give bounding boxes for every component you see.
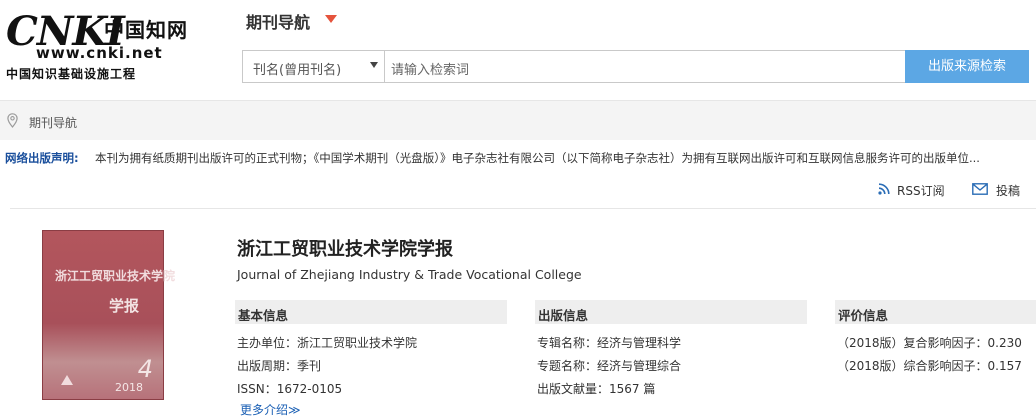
caret-down-icon[interactable] <box>325 15 337 23</box>
chevron-down-icon <box>370 62 378 68</box>
count-line: 出版文献量：1567 篇 <box>537 382 656 396</box>
search-input[interactable]: 请输入检索词 <box>385 50 907 83</box>
journal-title-en: Journal of Zhejiang Industry & Trade Voc… <box>237 267 582 282</box>
topic-line: 专题名称：经济与管理综合 <box>537 359 682 373</box>
site-header: CNKI 中国知网 www.cnki.net 中国知识基础设施工程 期刊导航 刊… <box>0 0 1036 100</box>
cover-year: 2018 <box>115 381 143 394</box>
search-scope-select[interactable]: 刊名(曾用刊名) <box>242 50 385 83</box>
logo-url: www.cnki.net <box>36 44 163 62</box>
evaluation-info-heading: 评价信息 <box>835 300 1036 324</box>
cover-subtitle: 学报 <box>109 297 140 315</box>
publication-info-heading: 出版信息 <box>535 300 807 324</box>
basic-info-heading: 基本信息 <box>235 300 507 324</box>
rss-label: RSS订阅 <box>897 184 945 198</box>
journal-nav-title[interactable]: 期刊导航 <box>246 9 310 33</box>
search-scope-value: 刊名(曾用刊名) <box>253 63 342 78</box>
notice-label: 网络出版声明: <box>5 151 79 165</box>
cover-emblem-icon <box>61 375 73 385</box>
rss-icon <box>878 183 890 195</box>
divider <box>10 208 1036 209</box>
source-search-button[interactable]: 出版来源检索 <box>905 50 1029 83</box>
logo-cn-name: 中国知网 <box>104 18 188 42</box>
more-intro-link[interactable]: 更多介绍≫ <box>240 401 301 418</box>
issn-line: ISSN：1672-0105 <box>237 382 343 396</box>
notice-text: 本刊为拥有纸质期刊出版许可的正式刊物；《中国学术期刊（光盘版）》电子杂志社有限公… <box>95 151 980 165</box>
publication-notice: 网络出版声明: 本刊为拥有纸质期刊出版许可的正式刊物；《中国学术期刊（光盘版）》… <box>0 146 1036 168</box>
cover-title: 浙江工贸职业技术学院 <box>55 269 176 283</box>
cnki-logo[interactable]: CNKI 中国知网 www.cnki.net 中国知识基础设施工程 <box>6 8 191 81</box>
album-line: 专辑名称：经济与管理科学 <box>537 336 682 350</box>
contribute-label: 投稿 <box>996 184 1021 198</box>
journal-title: 浙江工贸职业技术学院学报 <box>237 239 453 260</box>
journal-cover-image: 浙江工贸职业技术学院 学报 4 2018 <box>42 230 175 400</box>
location-pin-icon <box>7 113 18 128</box>
breadcrumb: 期刊导航 <box>0 100 1036 140</box>
comprehensive-impact-line: （2018版）综合影响因子：0.157 <box>837 359 1022 373</box>
breadcrumb-item[interactable]: 期刊导航 <box>29 114 77 131</box>
logo-slogan: 中国知识基础设施工程 <box>6 67 137 81</box>
sponsor-line: 主办单位：浙江工贸职业技术学院 <box>237 336 418 350</box>
mail-icon <box>972 183 988 195</box>
cycle-line: 出版周期：季刊 <box>237 359 322 373</box>
composite-impact-line: （2018版）复合影响因子：0.230 <box>837 336 1022 350</box>
cover-issue: 4 <box>137 355 153 383</box>
